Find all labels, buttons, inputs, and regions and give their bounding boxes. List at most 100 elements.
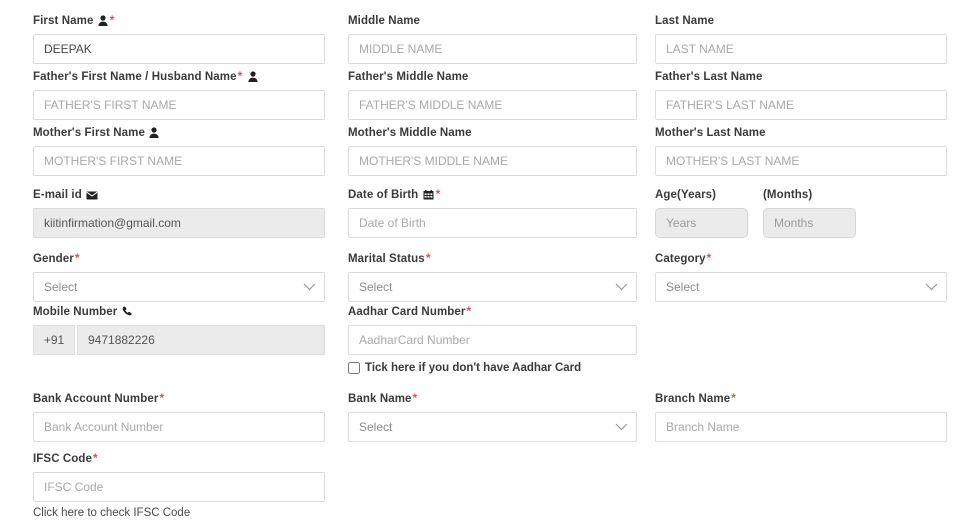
branch-name-label: Branch Name* xyxy=(655,391,947,406)
marital-status-label-text: Marital Status xyxy=(348,253,425,265)
date-of-birth-label: Date of Birth * xyxy=(348,187,637,202)
first-name-input[interactable] xyxy=(33,34,325,64)
person-icon xyxy=(149,127,159,138)
calendar-icon xyxy=(423,190,434,200)
age-months-input[interactable] xyxy=(763,208,856,238)
age-years-input[interactable] xyxy=(655,208,748,238)
field-date-of-birth: Date of Birth * xyxy=(348,187,637,238)
mobile-country-code: +91 xyxy=(33,325,75,355)
no-aadhar-checkbox-row[interactable]: Tick here if you don't have Aadhar Card xyxy=(348,362,637,374)
fathers-middle-name-input[interactable] xyxy=(348,90,637,120)
age-years-label: Age(Years) xyxy=(655,189,717,201)
field-fathers-first-name: Father's First Name / Husband Name* xyxy=(33,69,325,120)
required-marker: * xyxy=(109,13,115,27)
fathers-first-name-input[interactable] xyxy=(33,90,325,120)
envelope-icon xyxy=(86,191,98,200)
age-months-label: (Months) xyxy=(763,189,813,201)
field-fathers-last-name: Father's Last Name xyxy=(655,70,947,120)
gender-label-text: Gender xyxy=(33,253,74,265)
category-label-text: Category xyxy=(655,253,706,265)
mobile-number-label: Mobile Number xyxy=(33,305,325,319)
mothers-last-name-input[interactable] xyxy=(655,146,947,176)
category-label: Category* xyxy=(655,251,947,266)
required-marker: * xyxy=(74,251,80,265)
bank-account-number-input[interactable] xyxy=(33,412,325,442)
field-fathers-middle-name: Father's Middle Name xyxy=(348,70,637,120)
field-mothers-middle-name: Mother's Middle Name xyxy=(348,126,637,176)
mothers-first-name-label: Mother's First Name xyxy=(33,126,325,140)
required-marker: * xyxy=(731,391,737,405)
field-branch-name: Branch Name* xyxy=(655,391,947,442)
fathers-last-name-label: Father's Last Name xyxy=(655,71,763,83)
branch-name-label-text: Branch Name xyxy=(655,393,731,405)
email-label: E-mail id xyxy=(33,188,325,202)
gender-label: Gender* xyxy=(33,251,325,266)
marital-status-select[interactable]: Select xyxy=(348,272,637,302)
fathers-first-name-label-text: Father's First Name / Husband Name xyxy=(33,71,237,83)
last-name-input[interactable] xyxy=(655,34,947,64)
no-aadhar-checkbox[interactable] xyxy=(348,362,360,374)
phone-icon xyxy=(122,306,133,317)
fathers-first-name-label: Father's First Name / Husband Name* xyxy=(33,69,325,84)
mobile-number-input[interactable] xyxy=(77,325,325,355)
field-last-name: Last Name xyxy=(655,14,947,64)
field-first-name: First Name * xyxy=(33,13,325,64)
gender-select[interactable]: Select xyxy=(33,272,325,302)
category-select[interactable]: Select xyxy=(655,272,947,302)
middle-name-input[interactable] xyxy=(348,34,637,64)
mothers-first-name-label-text: Mother's First Name xyxy=(33,127,145,139)
last-name-label: Last Name xyxy=(655,15,715,27)
field-ifsc-code: IFSC Code* Click here to check IFSC Code xyxy=(33,451,325,521)
ifsc-code-label-text: IFSC Code xyxy=(33,453,93,465)
bank-name-label: Bank Name* xyxy=(348,391,637,406)
ifsc-check-link[interactable]: Click here to check IFSC Code xyxy=(33,507,190,519)
field-gender: Gender* Select xyxy=(33,251,325,302)
mothers-middle-name-label: Mother's Middle Name xyxy=(348,127,472,139)
required-marker: * xyxy=(706,251,712,265)
first-name-label-text: First Name xyxy=(33,15,94,27)
aadhar-card-number-label: Aadhar Card Number* xyxy=(348,304,637,319)
aadhar-card-number-label-text: Aadhar Card Number xyxy=(348,306,466,318)
field-middle-name: Middle Name xyxy=(348,14,637,64)
field-bank-name: Bank Name* Select xyxy=(348,391,637,442)
aadhar-card-number-input[interactable] xyxy=(348,325,637,355)
field-mothers-first-name: Mother's First Name xyxy=(33,126,325,176)
bank-name-select[interactable]: Select xyxy=(348,412,637,442)
mothers-last-name-label: Mother's Last Name xyxy=(655,127,766,139)
first-name-label: First Name * xyxy=(33,13,325,28)
bank-account-number-label-text: Bank Account Number xyxy=(33,393,159,405)
email-input[interactable] xyxy=(33,208,325,238)
required-marker: * xyxy=(412,391,418,405)
mobile-number-label-text: Mobile Number xyxy=(33,306,118,318)
field-email: E-mail id xyxy=(33,188,325,238)
bank-account-number-label: Bank Account Number* xyxy=(33,391,325,406)
field-age: Age(Years) (Months) xyxy=(655,188,947,238)
field-marital-status: Marital Status* Select xyxy=(348,251,637,302)
ifsc-code-label: IFSC Code* xyxy=(33,451,325,466)
bank-name-label-text: Bank Name xyxy=(348,393,412,405)
registration-form: First Name * Middle Name Last Name Fathe… xyxy=(0,0,960,519)
middle-name-label: Middle Name xyxy=(348,15,421,27)
fathers-last-name-input[interactable] xyxy=(655,90,947,120)
required-marker: * xyxy=(93,451,98,465)
fathers-middle-name-label: Father's Middle Name xyxy=(348,71,469,83)
required-marker: * xyxy=(435,187,441,201)
required-marker: * xyxy=(425,251,431,265)
person-icon xyxy=(98,15,108,26)
marital-status-label: Marital Status* xyxy=(348,251,637,266)
field-mothers-last-name: Mother's Last Name xyxy=(655,126,947,176)
no-aadhar-checkbox-label: Tick here if you don't have Aadhar Card xyxy=(365,362,582,374)
date-of-birth-label-text: Date of Birth xyxy=(348,189,419,201)
field-category: Category* Select xyxy=(655,251,947,302)
required-marker: * xyxy=(159,391,165,405)
field-mobile-number: Mobile Number +91 xyxy=(33,305,325,355)
required-marker: * xyxy=(237,69,243,83)
ifsc-code-input[interactable] xyxy=(33,472,325,502)
required-marker: * xyxy=(466,304,472,318)
email-label-text: E-mail id xyxy=(33,189,82,201)
branch-name-input[interactable] xyxy=(655,412,947,442)
date-of-birth-input[interactable] xyxy=(348,208,637,238)
person-icon xyxy=(248,71,258,82)
mothers-first-name-input[interactable] xyxy=(33,146,325,176)
mothers-middle-name-input[interactable] xyxy=(348,146,637,176)
